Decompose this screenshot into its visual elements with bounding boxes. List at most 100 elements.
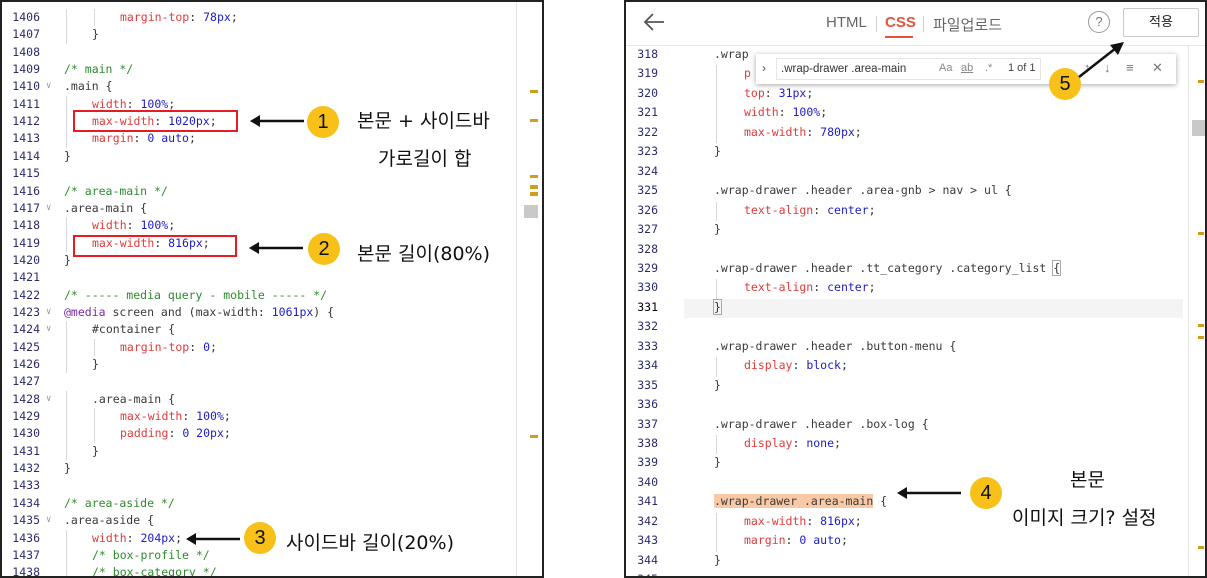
scrollbar-thumb[interactable] xyxy=(1192,120,1205,136)
code-line[interactable]: 325 .wrap-drawer .header .area-gnb > nav … xyxy=(626,182,1205,199)
code-line[interactable]: 1417 ∨ .area-main { xyxy=(2,200,542,217)
code-line[interactable]: 1429 max-width: 100%; xyxy=(2,408,542,426)
fold-chevron-icon[interactable]: ∨ xyxy=(46,391,51,408)
code-text: .area-main { xyxy=(92,391,175,408)
code-text: .wrap xyxy=(714,46,749,63)
code-line[interactable]: 1408 xyxy=(2,44,542,61)
code-token: } xyxy=(64,148,71,163)
scrollbar-thumb[interactable] xyxy=(524,205,538,218)
code-line[interactable]: 1416 /* area-main */ xyxy=(2,183,542,200)
code-line[interactable]: 320 top: 31px; xyxy=(626,84,1205,105)
code-line[interactable]: 1421 xyxy=(2,269,542,286)
code-line[interactable]: 336 xyxy=(626,396,1205,413)
code-line[interactable]: 329 .wrap-drawer .header .tt_category .ca… xyxy=(626,259,1205,277)
tab-file-upload[interactable]: 파일업로드 xyxy=(933,14,1002,35)
regex-icon[interactable]: .* xyxy=(985,62,992,74)
code-line[interactable]: 1418 width: 100%; xyxy=(2,217,542,235)
code-line[interactable]: 1410 ∨ .main { xyxy=(2,78,542,95)
code-line[interactable]: 330 text-align: center; xyxy=(626,279,1205,299)
code-line[interactable]: 334 display: block; xyxy=(626,357,1205,377)
code-line[interactable]: 331} xyxy=(626,298,1205,319)
fold-chevron-icon[interactable]: ∨ xyxy=(46,321,51,338)
code-line[interactable]: 335} xyxy=(626,377,1205,394)
code-token: : xyxy=(764,85,779,100)
callout-text-4b: 이미지 크기? 설정 xyxy=(1012,507,1157,529)
line-number: 320 xyxy=(637,85,658,100)
code-line[interactable]: 1437 /* box-profile */ xyxy=(2,546,542,565)
code-line[interactable]: 332 xyxy=(626,318,1205,335)
code-text: /* area-aside */ xyxy=(64,495,175,512)
indent-guide xyxy=(94,408,95,426)
code-line[interactable]: 343 margin: 0 auto; xyxy=(626,532,1205,552)
match-case-icon[interactable]: Aa xyxy=(939,62,952,74)
code-line[interactable]: 324 xyxy=(626,163,1205,180)
code-token: : xyxy=(126,218,141,233)
fold-chevron-icon[interactable]: ∨ xyxy=(46,200,51,217)
code-line[interactable]: 1409 /* main */ xyxy=(2,61,542,78)
callout-text-2: 본문 길이(80%) xyxy=(357,243,491,265)
code-line[interactable]: 323} xyxy=(626,143,1205,160)
highlight-box-max-width-1020 xyxy=(73,110,238,132)
line-number: 1438 xyxy=(12,565,40,578)
code-line[interactable]: 327} xyxy=(626,221,1205,238)
tab-html[interactable]: HTML xyxy=(826,14,867,31)
code-line[interactable]: 1434 /* area-aside */ xyxy=(2,495,542,512)
code-token: 100% xyxy=(140,96,169,111)
code-line[interactable]: 321 width: 100%; xyxy=(626,104,1205,124)
code-line[interactable]: 322 max-width: 780px; xyxy=(626,123,1205,144)
code-line[interactable]: 1425 margin-top: 0; xyxy=(2,338,542,356)
code-line[interactable]: 1423 ∨ @media screen and (max-width: 1061p… xyxy=(2,304,542,321)
fold-chevron-icon[interactable]: ∨ xyxy=(46,78,51,95)
code-token: ; xyxy=(230,10,238,24)
code-line[interactable]: 344} xyxy=(626,552,1205,569)
line-number: 336 xyxy=(637,397,658,412)
code-line[interactable]: 1406 margin-top: 78px; xyxy=(2,9,542,27)
line-number: 338 xyxy=(637,436,658,450)
code-token: 1061px xyxy=(271,304,314,319)
code-token: block xyxy=(806,358,841,373)
code-line[interactable]: 1424 ∨ #container { xyxy=(2,321,542,339)
apply-button[interactable]: 적용 xyxy=(1123,8,1199,37)
code-line[interactable]: 1422 /* ----- media query - mobile ----- … xyxy=(2,287,542,304)
left-code-editor[interactable]: 1406 margin-top: 78px; 1407} 1408 1409/* mai… xyxy=(0,0,544,578)
code-line[interactable]: 1433 xyxy=(2,477,542,494)
fold-chevron-icon[interactable]: ∨ xyxy=(46,304,51,321)
find-in-selection-icon[interactable]: ≡ xyxy=(1126,60,1134,75)
code-line[interactable]: 1438 /* box-category */ xyxy=(2,564,542,578)
code-text: .wrap-drawer .header .tt_category .categ… xyxy=(714,259,1062,277)
whole-word-icon[interactable]: ab xyxy=(961,62,973,74)
code-line[interactable]: 1432} xyxy=(2,460,542,477)
code-line[interactable]: 338 display: none; xyxy=(626,435,1205,455)
code-token: ; xyxy=(820,105,828,120)
code-line[interactable]: 345 xyxy=(626,571,1205,576)
line-number: 1425 xyxy=(12,339,40,354)
help-button[interactable]: ? xyxy=(1088,11,1110,33)
code-text: /* main */ xyxy=(64,61,133,78)
code-token: width xyxy=(92,218,127,233)
back-arrow-icon[interactable] xyxy=(642,11,666,39)
code-token: 100% xyxy=(196,409,224,424)
line-number: 333 xyxy=(637,338,658,353)
code-line[interactable]: 337 .wrap-drawer .header .box-log { xyxy=(626,416,1205,433)
code-line[interactable]: 328 xyxy=(626,241,1205,258)
find-input[interactable]: .wrap-drawer .area-main xyxy=(776,58,1041,80)
code-line[interactable]: 1431} xyxy=(2,442,542,461)
indent-guide xyxy=(66,356,67,374)
code-line[interactable]: 1426} xyxy=(2,356,542,374)
code-line[interactable]: 1428 ∨ .area-main { xyxy=(2,390,542,409)
fold-chevron-icon[interactable]: ∨ xyxy=(46,512,51,529)
code-line[interactable]: 1407} xyxy=(2,26,542,44)
code-line[interactable]: 1430 padding: 0 20px; xyxy=(2,425,542,443)
close-find-icon[interactable]: ✕ xyxy=(1152,60,1163,76)
code-text: } xyxy=(64,148,71,165)
code-line[interactable]: 326 text-align: center; xyxy=(626,201,1205,222)
code-token: } xyxy=(714,144,721,159)
toggle-replace-chevron-icon[interactable]: › xyxy=(762,61,766,75)
tab-css[interactable]: CSS xyxy=(885,14,916,31)
code-token: margin-top xyxy=(120,10,190,24)
code-line[interactable]: 333 .wrap-drawer .header .button-menu { xyxy=(626,338,1205,355)
code-line[interactable]: 339} xyxy=(626,454,1205,471)
code-token: 0 auto xyxy=(799,533,841,548)
code-text: display: block; xyxy=(744,357,848,374)
code-line[interactable]: 1427 xyxy=(2,373,542,390)
